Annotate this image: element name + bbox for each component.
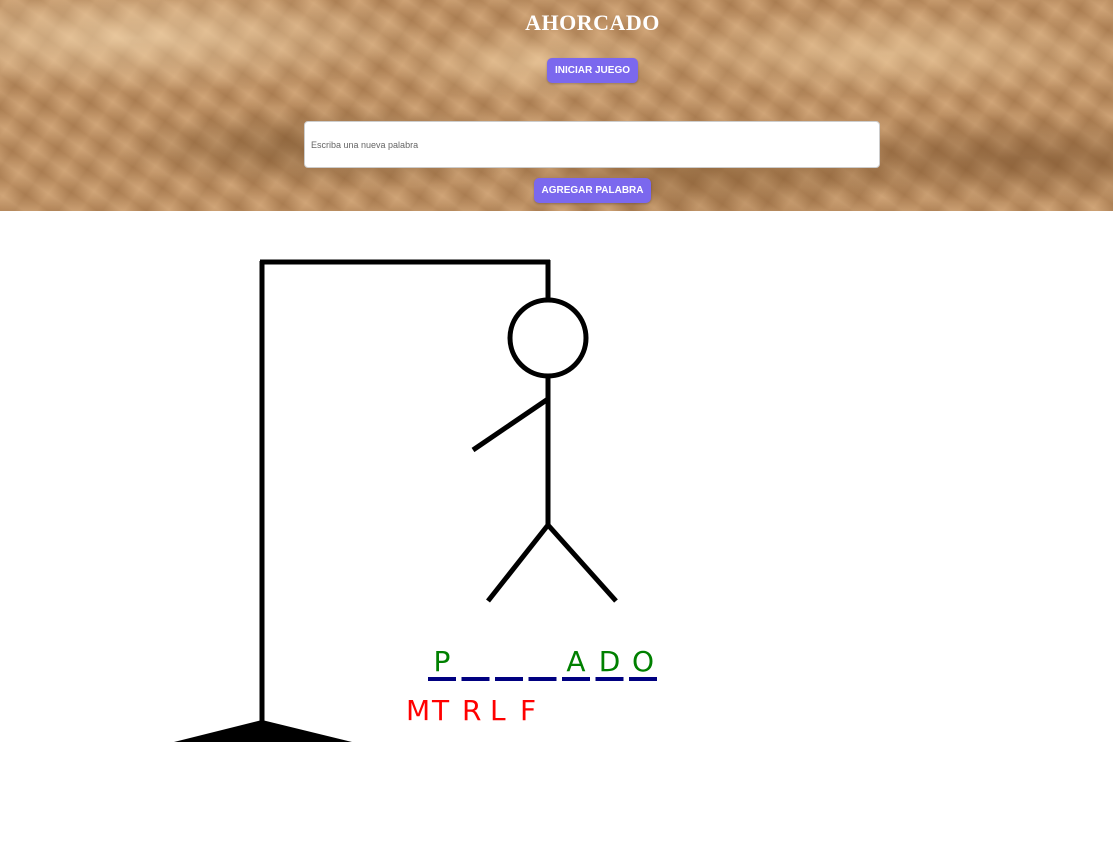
page-title: AHORCADO: [525, 10, 660, 35]
wrong-letter: T: [431, 694, 450, 727]
hangman-left-arm: [471, 396, 550, 453]
word-slot-letter: A: [566, 645, 585, 678]
wrong-letter: L: [490, 694, 506, 727]
new-word-input[interactable]: [304, 121, 880, 168]
hangman-left-leg: [486, 523, 550, 603]
wrong-letter: F: [520, 694, 536, 727]
wrong-letters: MTRLF: [406, 694, 536, 727]
hangman-board: P ADO MTRLF: [174, 259, 657, 742]
header-banner: AHORCADO INICIAR JUEGO AGREGAR PALABRA: [0, 0, 1113, 211]
word-slot-letter: O: [632, 645, 654, 678]
start-game-button[interactable]: INICIAR JUEGO: [547, 58, 638, 83]
word-slots: P ADO: [428, 645, 657, 681]
gallows-base: [174, 720, 352, 742]
hangman-right-leg: [546, 523, 618, 603]
word-slot-letter: P: [434, 645, 451, 678]
hangman-head: [507, 297, 589, 379]
wrong-letter: R: [462, 694, 481, 727]
word-slot-letter: D: [599, 645, 621, 678]
add-word-button[interactable]: AGREGAR PALABRA: [534, 178, 651, 203]
wrong-letter: M: [406, 694, 430, 727]
